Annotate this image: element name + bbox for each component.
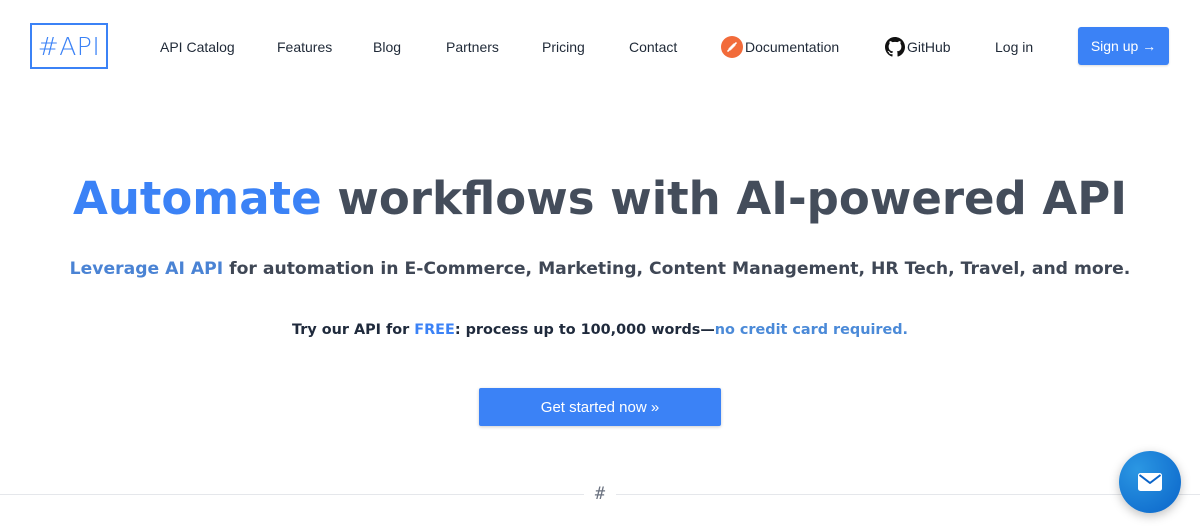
site-header: #API API Catalog Features Blog Partners … [0, 0, 1200, 92]
hero-title-accent: Automate [73, 172, 322, 225]
tagline-no-credit-card: no credit card required. [714, 322, 908, 338]
nav-link-documentation[interactable]: Documentation [721, 35, 839, 59]
nav-link-features[interactable]: Features [277, 38, 332, 56]
tagline-start: Try our API for [291, 322, 415, 338]
site-logo[interactable]: #API [30, 23, 108, 69]
hero-subtitle-accent: Leverage AI API [69, 259, 224, 279]
nav-link-github[interactable]: GitHub [885, 36, 951, 58]
github-label: GitHub [907, 39, 951, 55]
github-icon [885, 37, 905, 57]
nav-link-blog[interactable]: Blog [373, 38, 401, 56]
hero-title-rest: workflows with AI-powered API [321, 172, 1127, 225]
hero-title: Automate workflows with AI-powered API [0, 172, 1200, 225]
nav-link-partners[interactable]: Partners [446, 38, 499, 56]
nav-link-login[interactable]: Log in [995, 38, 1033, 56]
nav-link-pricing[interactable]: Pricing [542, 38, 585, 56]
get-started-button[interactable]: Get started now » [479, 388, 721, 426]
section-divider-mark: # [594, 484, 606, 504]
hero-subtitle: Leverage AI API for automation in E-Comm… [0, 259, 1200, 279]
signup-button[interactable]: Sign up → [1078, 27, 1169, 65]
swagger-icon [721, 36, 743, 58]
documentation-label: Documentation [745, 39, 840, 55]
nav-link-contact[interactable]: Contact [629, 38, 677, 56]
hero-subtitle-rest: for automation in E-Commerce, Marketing,… [223, 259, 1131, 279]
hero-tagline: Try our API for FREE: process up to 100,… [0, 322, 1200, 338]
tagline-free: FREE [414, 322, 455, 338]
mail-icon [1138, 473, 1162, 491]
tagline-mid: : process up to 100,000 words— [454, 322, 715, 338]
chat-button[interactable] [1119, 451, 1181, 513]
section-divider-right [616, 494, 1200, 495]
nav-link-api-catalog[interactable]: API Catalog [160, 38, 235, 56]
section-divider-left [0, 494, 584, 495]
